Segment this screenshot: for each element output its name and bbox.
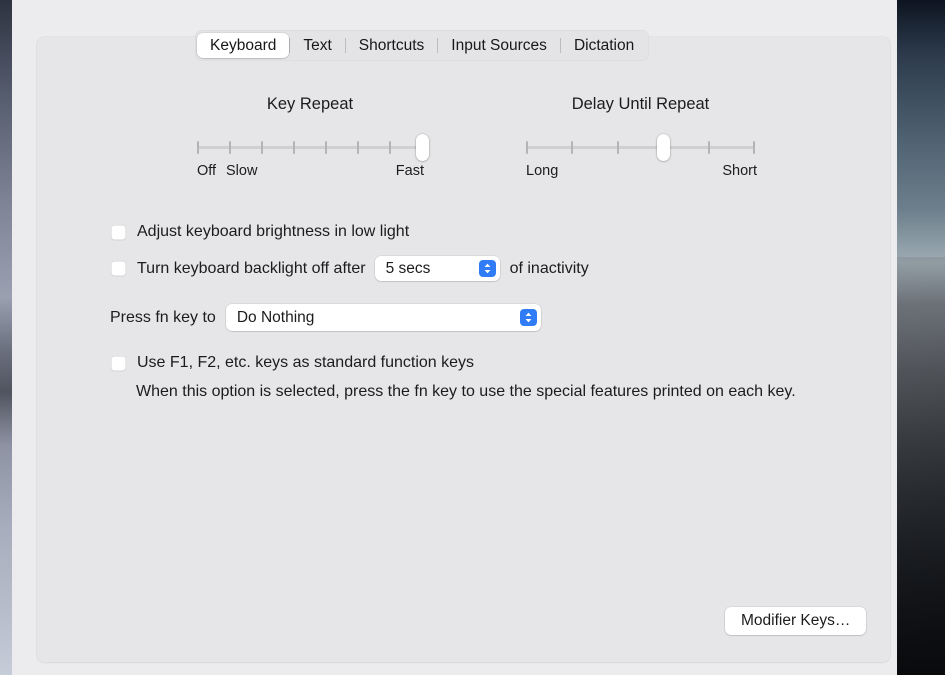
delay-until-repeat-labels: Long Short [526, 163, 757, 181]
delay-track-line [527, 146, 754, 149]
fn-key-value: Do Nothing [236, 308, 315, 326]
key-repeat-tick [357, 141, 359, 154]
tab-label: Shortcuts [358, 36, 425, 54]
key-repeat-tick [324, 141, 327, 154]
tab-label: Keyboard [210, 36, 277, 54]
screen: Key Repeat Off Slow Fast Delay Until Rep… [0, 0, 945, 675]
tab-shortcuts[interactable]: Shortcuts [346, 33, 437, 58]
keyboard-preferences-window: Key Repeat Off Slow Fast Delay Until Rep… [12, 0, 897, 675]
key-repeat-tick [228, 141, 231, 154]
fn-key-row: Press fn key to Do Nothing [110, 304, 541, 331]
key-repeat-label-off: Off [197, 163, 217, 179]
tab-input-sources[interactable]: Input Sources [438, 33, 560, 58]
function-keys-label: Use F1, F2, etc. keys as standard functi… [137, 354, 475, 371]
fn-key-label: Press fn key to [110, 308, 216, 326]
tab-keyboard[interactable]: Keyboard [197, 33, 290, 58]
key-repeat-label-fast: Fast [395, 163, 424, 179]
key-repeat-tick [389, 141, 391, 154]
function-keys-checkbox[interactable] [111, 355, 126, 371]
backlight-suffix-label: of inactivity [509, 259, 589, 277]
tab-dictation[interactable]: Dictation [561, 33, 647, 58]
chevron-up-down-icon [478, 260, 496, 277]
backlight-delay-value: 5 secs [385, 259, 431, 277]
tab-label: Input Sources [451, 36, 547, 54]
tab-label: Text [303, 36, 332, 54]
key-repeat-labels: Off Slow Fast [197, 163, 424, 181]
preferences-content-panel: Key Repeat Off Slow Fast Delay Until Rep… [37, 37, 890, 662]
key-repeat-tick [260, 141, 263, 154]
tab-text[interactable]: Text [290, 33, 344, 58]
delay-label-short: Short [722, 163, 757, 179]
key-repeat-slider[interactable] [197, 133, 429, 161]
delay-until-repeat-title: Delay Until Repeat [571, 95, 710, 113]
key-repeat-label-slow: Slow [226, 163, 258, 179]
backlight-delay-popup[interactable]: 5 secs [374, 256, 500, 281]
key-repeat-tick [293, 141, 295, 154]
key-repeat-thumb[interactable] [415, 134, 429, 161]
backlight-off-checkbox[interactable] [111, 261, 126, 276]
modifier-keys-button[interactable]: Modifier Keys… [725, 607, 867, 635]
delay-until-repeat-tick [753, 141, 755, 154]
fn-key-popup[interactable]: Do Nothing [225, 304, 541, 331]
backlight-off-label: Turn keyboard backlight off after [137, 259, 366, 277]
chevron-up-down-icon [519, 309, 537, 326]
function-keys-row[interactable]: Use F1, F2, etc. keys as standard functi… [111, 354, 474, 372]
delay-label-long: Long [526, 163, 559, 179]
key-repeat-tick [197, 141, 199, 154]
delay-until-repeat-tick [707, 141, 710, 154]
function-keys-help-text: When this option is selected, press the … [136, 383, 796, 400]
desktop-wallpaper-right [897, 0, 945, 675]
adjust-brightness-checkbox[interactable] [111, 224, 126, 240]
tab-label: Dictation [573, 36, 635, 54]
adjust-brightness-label: Adjust keyboard brightness in low light [137, 223, 410, 240]
delay-until-repeat-tick [526, 141, 528, 154]
delay-until-repeat-thumb[interactable] [656, 134, 670, 161]
adjust-brightness-row[interactable]: Adjust keyboard brightness in low light [111, 223, 409, 241]
delay-until-repeat-slider[interactable] [526, 133, 755, 161]
preferences-tab-bar: Keyboard Text Shortcuts Input Sources Dictat… [195, 30, 650, 61]
delay-until-repeat-tick [616, 141, 619, 154]
key-repeat-title: Key Repeat [266, 95, 354, 113]
desktop-wallpaper-left [0, 0, 12, 675]
backlight-off-row[interactable]: Turn keyboard backlight off after 5 secs… [111, 256, 589, 281]
